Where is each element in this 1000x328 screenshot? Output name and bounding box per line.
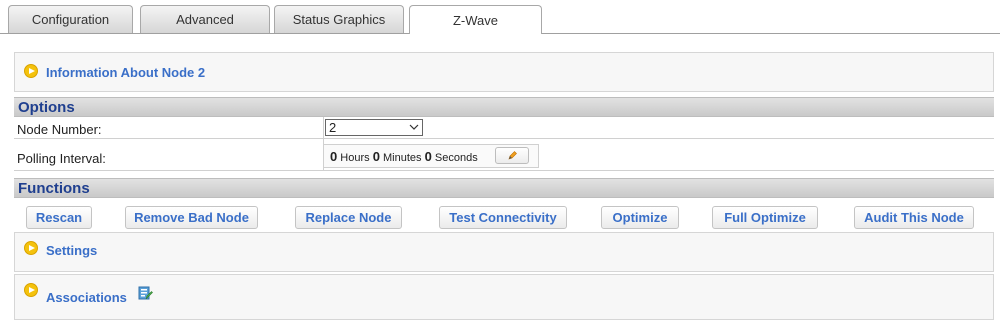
chevron-down-icon [409, 124, 419, 130]
expand-arrow-icon[interactable] [24, 241, 38, 255]
info-node-box[interactable]: Information About Node 2 [14, 52, 994, 92]
node-number-value: 2 [329, 120, 337, 135]
tab-z-wave[interactable]: Z-Wave [409, 5, 542, 34]
functions-header-label: Functions [18, 180, 90, 197]
polling-interval-label: Polling Interval: [17, 151, 106, 166]
expand-arrow-icon[interactable] [24, 64, 38, 78]
expand-arrow-icon[interactable] [24, 283, 38, 297]
minutes-value: 0 [372, 149, 380, 164]
tab-bar: Configuration Advanced Status Graphics Z… [0, 0, 1000, 34]
pencil-icon [508, 151, 517, 160]
remove-bad-node-button[interactable]: Remove Bad Node [125, 206, 258, 229]
polling-interval-row: Polling Interval: 0 Hours 0 Minutes 0 Se… [14, 139, 994, 171]
seconds-value: 0 [424, 149, 432, 164]
node-number-row: Node Number: 2 [14, 117, 994, 139]
row-divider [323, 117, 324, 138]
options-header: Options [14, 97, 994, 117]
associations-box[interactable]: Associations [14, 274, 994, 320]
edit-document-icon[interactable] [137, 285, 153, 301]
associations-title[interactable]: Associations [46, 290, 127, 305]
options-header-label: Options [18, 99, 75, 116]
polling-interval-text: 0 Hours 0 Minutes 0 Seconds [330, 149, 478, 164]
hours-value: 0 [330, 149, 338, 164]
node-number-select[interactable]: 2 [325, 119, 423, 136]
functions-header: Functions [14, 178, 994, 198]
audit-this-node-button[interactable]: Audit This Node [854, 206, 974, 229]
hours-unit: Hours [340, 152, 370, 164]
optimize-button[interactable]: Optimize [601, 206, 679, 229]
rescan-button[interactable]: Rescan [26, 206, 92, 229]
replace-node-button[interactable]: Replace Node [295, 206, 402, 229]
tab-advanced[interactable]: Advanced [140, 5, 270, 33]
edit-polling-button[interactable] [495, 147, 529, 164]
seconds-unit: Seconds [434, 152, 478, 164]
node-number-label: Node Number: [17, 122, 102, 137]
polling-interval-display: 0 Hours 0 Minutes 0 Seconds [323, 144, 539, 168]
settings-box[interactable]: Settings [14, 232, 994, 272]
tab-configuration[interactable]: Configuration [8, 5, 133, 33]
settings-title[interactable]: Settings [46, 243, 97, 258]
tab-status-graphics[interactable]: Status Graphics [274, 5, 404, 33]
minutes-unit: Minutes [383, 152, 422, 164]
info-node-title[interactable]: Information About Node 2 [46, 65, 205, 80]
test-connectivity-button[interactable]: Test Connectivity [439, 206, 567, 229]
full-optimize-button[interactable]: Full Optimize [712, 206, 818, 229]
